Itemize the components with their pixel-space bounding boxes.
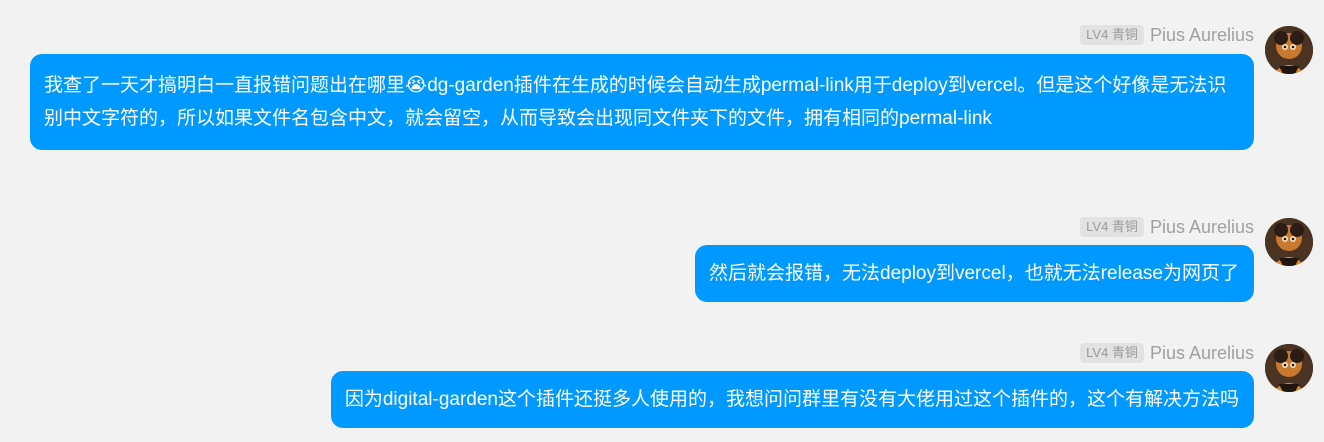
chat-message-list: LV4 青铜 Pius Aurelius 我查了一天才搞明白一直报错问题出在哪里… (0, 0, 1324, 442)
sender-name[interactable]: Pius Aurelius (1150, 216, 1254, 238)
message-text: 然后就会报错，无法deploy到vercel，也就无法release为网页了 (709, 263, 1239, 284)
level-badge: LV4 青铜 (1080, 343, 1144, 363)
level-badge: LV4 青铜 (1080, 217, 1144, 237)
message-text: 因为digital-garden这个插件还挺多人使用的，我想问问群里有没有大佬用… (344, 389, 1239, 410)
avatar-image (1265, 344, 1313, 392)
message-bubble[interactable]: 然后就会报错，无法deploy到vercel，也就无法release为网页了 (695, 245, 1254, 302)
message-meta: LV4 青铜 Pius Aurelius (1080, 216, 1254, 238)
message-text: 我查了一天才搞明白一直报错问题出在哪里 (44, 75, 406, 96)
message-meta: LV4 青铜 Pius Aurelius (1080, 342, 1254, 364)
message-meta: LV4 青铜 Pius Aurelius (1080, 24, 1254, 46)
message-bubble[interactable]: 我查了一天才搞明白一直报错问题出在哪里😭dg-garden插件在生成的时候会自动… (30, 54, 1254, 150)
avatar-image (1265, 218, 1313, 266)
avatar[interactable] (1265, 344, 1313, 392)
avatar-image (1265, 26, 1313, 74)
sender-name[interactable]: Pius Aurelius (1150, 342, 1254, 364)
sender-name[interactable]: Pius Aurelius (1150, 24, 1254, 46)
avatar[interactable] (1265, 218, 1313, 266)
crying-face-emoji-icon: 😭 (405, 75, 428, 96)
level-badge: LV4 青铜 (1080, 25, 1144, 45)
avatar[interactable] (1265, 26, 1313, 74)
message-bubble[interactable]: 因为digital-garden这个插件还挺多人使用的，我想问问群里有没有大佬用… (330, 371, 1254, 428)
